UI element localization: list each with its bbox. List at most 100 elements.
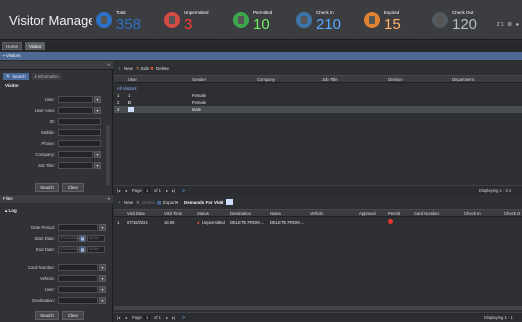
collapse-filter-icon[interactable]: «: [107, 196, 110, 201]
delete-icon[interactable]: ✖: [136, 200, 140, 206]
filter-clear-button[interactable]: Clear: [62, 311, 84, 320]
start-date-input[interactable]: 07/01/2021: [58, 235, 79, 242]
user-area-input[interactable]: [58, 107, 93, 114]
refresh-icon[interactable]: ⟳: [182, 315, 186, 320]
job-title-input[interactable]: [58, 162, 93, 169]
export-icon[interactable]: ▤: [157, 200, 161, 206]
column-user[interactable]: User: [128, 77, 137, 82]
vehicle-input[interactable]: [58, 275, 98, 282]
column-notes[interactable]: Notes: [270, 211, 281, 216]
next-page-icon[interactable]: ▸: [166, 315, 168, 320]
collapse-icon[interactable]: «: [107, 62, 110, 67]
stat-permitted[interactable]: Permitted 10: [229, 6, 289, 36]
column-status[interactable]: Status: [197, 211, 209, 216]
id-input[interactable]: [58, 118, 101, 125]
user-field-row: User: ▾: [4, 96, 104, 104]
stat-total[interactable]: Total 358: [92, 6, 152, 36]
clear-button[interactable]: Clear: [62, 183, 84, 192]
header-status-icons[interactable]: 21 ⚙ ●: [497, 22, 520, 28]
user-filter-dropdown[interactable]: ▾: [99, 286, 106, 293]
stat-check-in[interactable]: Check In 210: [292, 6, 352, 36]
column-check-in[interactable]: Check In: [464, 211, 481, 216]
column-department[interactable]: Department: [452, 77, 474, 82]
column-visit-time[interactable]: Visit Time: [164, 211, 182, 216]
column-check-out[interactable]: Check O: [504, 211, 520, 216]
export-button[interactable]: Export: [163, 200, 176, 205]
first-page-icon[interactable]: |◂: [117, 188, 120, 193]
company-dropdown[interactable]: ▾: [94, 151, 101, 158]
delete-button[interactable]: Delete: [142, 200, 155, 205]
column-visit-date[interactable]: Visit Date: [127, 211, 145, 216]
column-approval[interactable]: Approval: [359, 211, 376, 216]
page-input[interactable]: 1: [144, 315, 151, 320]
company-label: Company:: [35, 152, 55, 157]
search-panel-scrollbar[interactable]: [106, 125, 110, 185]
column-company[interactable]: Company: [257, 77, 275, 82]
job-title-dropdown[interactable]: ▾: [94, 162, 101, 169]
export-dropdown-icon[interactable]: ▾: [176, 200, 178, 206]
last-page-icon[interactable]: ▸|: [172, 315, 175, 320]
search-button[interactable]: Search: [35, 183, 59, 192]
log-legend[interactable]: ▴ Log: [5, 208, 17, 214]
stat-check-out[interactable]: Check Out 120: [428, 6, 490, 36]
date-period-dropdown[interactable]: ▾: [99, 224, 106, 231]
start-time-input[interactable]: 00:00: [87, 235, 105, 242]
prev-page-icon[interactable]: ◂: [125, 315, 127, 320]
card-number-row: Card Number: ▾: [4, 264, 109, 272]
user-dropdown[interactable]: ▾: [94, 96, 101, 103]
group-label[interactable]: All Visitors: [117, 86, 136, 91]
destination-dropdown[interactable]: ▾: [99, 297, 106, 304]
phone-input[interactable]: [58, 140, 101, 147]
stat-label: Unpermitted: [184, 10, 209, 15]
new-button[interactable]: New: [124, 200, 133, 205]
tab-home[interactable]: Home: [2, 42, 23, 50]
column-destination[interactable]: Destination: [230, 211, 251, 216]
delete-button[interactable]: Delete: [156, 66, 169, 71]
stat-unpermitted[interactable]: Unpermitted 3: [160, 6, 220, 36]
column-gender[interactable]: Gender: [192, 77, 206, 82]
destination-input[interactable]: [58, 297, 98, 304]
user-area-dropdown[interactable]: ▾: [94, 107, 101, 114]
table-row-selected[interactable]: 3 Male: [114, 106, 522, 113]
new-button[interactable]: New: [124, 66, 133, 71]
refresh-icon[interactable]: ⟳: [182, 188, 186, 193]
user-input[interactable]: [58, 96, 93, 103]
column-permit[interactable]: Permit: [388, 211, 400, 216]
filter-search-button[interactable]: Search: [35, 311, 59, 320]
column-card-number[interactable]: Card Number: [414, 211, 439, 216]
company-input[interactable]: [58, 151, 93, 158]
table-row[interactable]: 1 1 Female: [114, 92, 522, 99]
tab-visitor[interactable]: Visitor: [25, 42, 46, 50]
column-division[interactable]: Division: [388, 77, 403, 82]
permit-icon[interactable]: [388, 219, 393, 224]
page-input[interactable]: 1: [144, 188, 151, 193]
mobile-input[interactable]: [58, 129, 101, 136]
tab-information[interactable]: ℹ Information: [32, 73, 62, 80]
first-page-icon[interactable]: |◂: [117, 315, 120, 320]
add-icon[interactable]: +: [118, 66, 121, 71]
user-filter-input[interactable]: [58, 286, 98, 293]
next-page-icon[interactable]: ▸: [166, 188, 168, 193]
vehicle-dropdown[interactable]: ▾: [99, 275, 106, 282]
calendar-icon[interactable]: ▦: [79, 246, 86, 253]
edit-button[interactable]: Edit: [141, 66, 149, 71]
end-time-input[interactable]: 23:59: [87, 246, 105, 253]
demands-dropdown-icon[interactable]: ▾: [220, 200, 222, 206]
last-page-icon[interactable]: ▸|: [172, 188, 175, 193]
delete-icon[interactable]: ✖: [150, 66, 154, 72]
column-job-title[interactable]: Job Title: [322, 77, 338, 82]
table-row[interactable]: 2 D Female: [114, 99, 522, 106]
prev-page-icon[interactable]: ◂: [125, 188, 127, 193]
card-number-input[interactable]: [58, 264, 98, 271]
card-number-dropdown[interactable]: ▾: [99, 264, 106, 271]
edit-icon[interactable]: ✎: [136, 66, 140, 72]
add-icon[interactable]: +: [118, 200, 121, 205]
end-date-input[interactable]: 07/31/2021: [58, 246, 79, 253]
tab-search[interactable]: 🔍 Search: [3, 73, 29, 80]
column-vehicle[interactable]: Vehicle: [310, 211, 324, 216]
calendar-icon[interactable]: ▦: [79, 235, 86, 242]
date-period-input[interactable]: [58, 224, 98, 231]
table-row[interactable]: 1 07/16/2021 16:59 ● Unpermitted DELETE …: [114, 219, 522, 226]
stat-expired[interactable]: Expired 15: [360, 6, 420, 36]
demands-horizontal-scrollbar[interactable]: [114, 306, 522, 310]
